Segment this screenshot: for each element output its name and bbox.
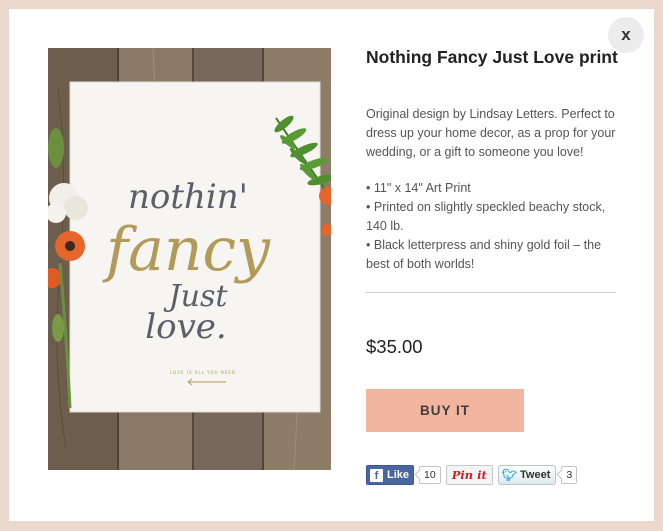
feature-item: Black letterpress and shiny gold foil – … bbox=[366, 236, 622, 274]
facebook-like-button[interactable]: f Like bbox=[366, 465, 415, 485]
twitter-bird-icon: 🐦︎ bbox=[501, 468, 517, 482]
product-price: $35.00 bbox=[366, 336, 423, 357]
svg-text:LOVE IS ALL YOU NEED: LOVE IS ALL YOU NEED bbox=[170, 370, 236, 375]
buy-it-button[interactable]: BUY IT bbox=[366, 389, 524, 432]
product-description: Original design by Lindsay Letters. Perf… bbox=[366, 107, 616, 159]
pinterest-icon: Pin it bbox=[451, 468, 487, 482]
product-title: Nothing Fancy Just Love print bbox=[366, 47, 618, 67]
product-modal: x nothin' fancy Just love. LOVE IS ALL Y… bbox=[9, 9, 654, 521]
svg-text:love.: love. bbox=[145, 307, 226, 347]
twitter-tweet-label: Tweet bbox=[520, 469, 551, 481]
svg-text:nothin': nothin' bbox=[128, 177, 248, 217]
feature-item: Printed on slightly speckled beachy stoc… bbox=[366, 198, 622, 236]
facebook-like-label: Like bbox=[387, 469, 410, 481]
facebook-icon: f bbox=[370, 468, 383, 482]
twitter-tweet-button[interactable]: 🐦︎ Tweet bbox=[497, 465, 557, 485]
feature-item: 11" x 14" Art Print bbox=[366, 179, 622, 198]
twitter-tweet-count: 3 bbox=[561, 466, 578, 484]
product-features: 11" x 14" Art Print Printed on slightly … bbox=[366, 179, 622, 274]
divider bbox=[366, 292, 616, 293]
svg-text:fancy: fancy bbox=[102, 215, 271, 285]
product-image: nothin' fancy Just love. LOVE IS ALL YOU… bbox=[48, 48, 331, 470]
pinterest-pin-button[interactable]: Pin it bbox=[445, 465, 493, 485]
close-icon: x bbox=[621, 25, 631, 44]
facebook-like-count: 10 bbox=[419, 466, 441, 484]
social-share-bar: f Like 10 Pin it 🐦︎ Tweet 3 bbox=[366, 465, 578, 485]
